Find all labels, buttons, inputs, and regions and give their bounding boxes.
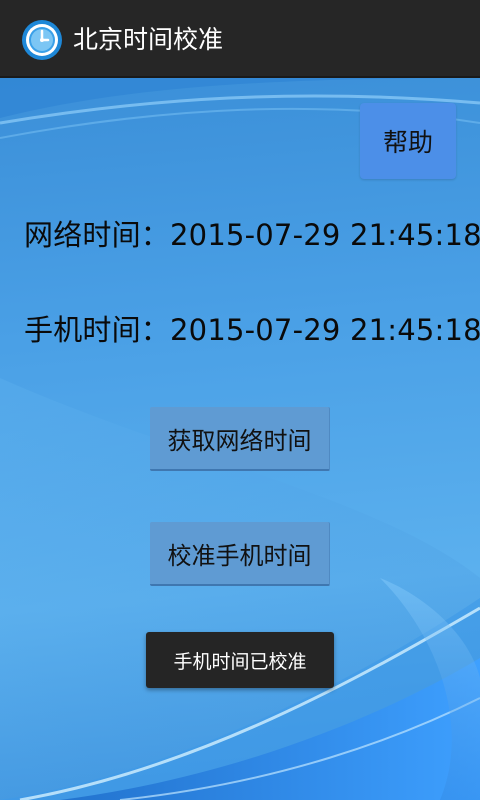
clock-icon xyxy=(21,19,63,61)
calibrate-phone-time-button[interactable]: 校准手机时间 xyxy=(150,522,330,586)
toast-message: 手机时间已校准 xyxy=(146,632,334,688)
action-bar: 北京时间校准 xyxy=(0,0,480,78)
phone-time-row: 手机时间：2015-07-29 21:45:18 xyxy=(24,307,480,349)
get-network-time-button[interactable]: 获取网络时间 xyxy=(150,407,330,471)
phone-time-label: 手机时间： xyxy=(24,313,171,347)
network-time-value: 2015-07-29 21:45:18 xyxy=(170,218,480,252)
main-content: 帮助 网络时间：2015-07-29 21:45:18 手机时间：2015-07… xyxy=(0,78,480,800)
network-time-row: 网络时间：2015-07-29 21:45:18 xyxy=(24,212,480,254)
app-title: 北京时间校准 xyxy=(73,25,224,54)
network-time-label: 网络时间： xyxy=(24,218,171,252)
phone-time-value: 2015-07-29 21:45:18 xyxy=(170,313,480,347)
help-button[interactable]: 帮助 xyxy=(360,103,456,179)
